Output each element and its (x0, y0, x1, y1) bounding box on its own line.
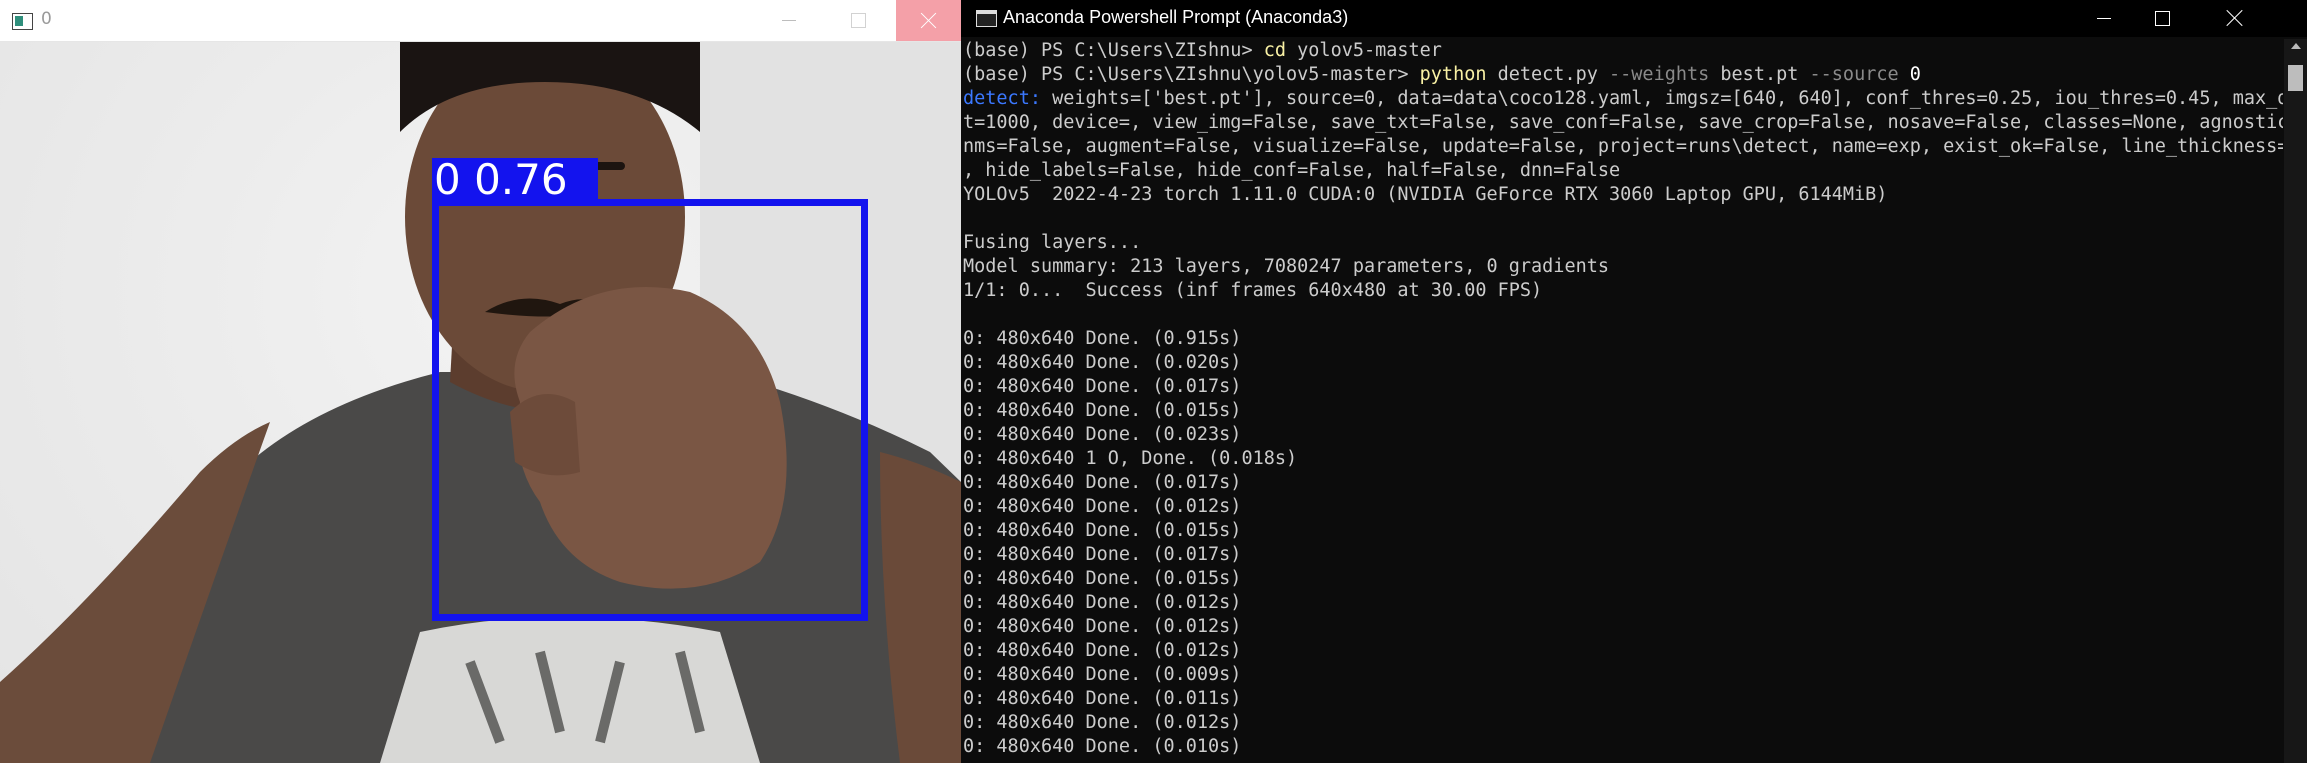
console-text: 0: 480x640 Done. (0.017s) (963, 376, 1242, 397)
detection-bounding-box (432, 199, 868, 621)
console-text: detect: (963, 88, 1053, 109)
console-line: 0: 480x640 Done. (0.012s) (963, 711, 2283, 735)
console-text: 0: 480x640 Done. (0.017s) (963, 544, 1242, 565)
console-line: , hide_labels=False, hide_conf=False, ha… (963, 159, 2283, 183)
console-text: 0: 480x640 Done. (0.020s) (963, 352, 1242, 373)
console-line: detect: weights=['best.pt'], source=0, d… (963, 87, 2283, 111)
console-text: (base) PS C:\Users\ZIshnu> (963, 40, 1264, 61)
maximize-icon[interactable] (830, 0, 886, 41)
console-line: 0: 480x640 Done. (0.011s) (963, 687, 2283, 711)
console-text: 0: 480x640 Done. (0.012s) (963, 712, 1242, 733)
scrollbar-thumb[interactable] (2288, 65, 2303, 91)
console-line: (base) PS C:\Users\ZIshnu\yolov5-master>… (963, 63, 2283, 87)
console-line: 0: 480x640 Done. (0.017s) (963, 375, 2283, 399)
console-text: Fusing layers... (963, 232, 1142, 253)
console-line: Model summary: 213 layers, 7080247 param… (963, 255, 2283, 279)
console-output[interactable]: (base) PS C:\Users\ZIshnu> cd yolov5-mas… (963, 39, 2283, 763)
close-icon[interactable] (896, 0, 961, 41)
console-text: detect.py (1486, 64, 1610, 85)
console-text: 0: 480x640 Done. (0.012s) (963, 496, 1242, 517)
console-line: nms=False, augment=False, visualize=Fals… (963, 135, 2283, 159)
minimize-icon[interactable] (760, 0, 816, 41)
console-text: 0: 480x640 Done. (0.012s) (963, 592, 1242, 613)
console-text: nms=False, augment=False, visualize=Fals… (963, 136, 2283, 157)
console-text: yolov5-master (1286, 40, 1442, 61)
console-line: (base) PS C:\Users\ZIshnu> cd yolov5-mas… (963, 39, 2283, 63)
console-line: 0: 480x640 Done. (0.009s) (963, 663, 2283, 687)
console-text: weights=['best.pt'], source=0, data=data… (1052, 88, 2283, 109)
console-text: python (1419, 64, 1487, 85)
console-text: , hide_labels=False, hide_conf=False, ha… (963, 160, 1621, 181)
console-text: cd (1263, 40, 1287, 61)
console-line: 0: 480x640 Done. (0.023s) (963, 423, 2283, 447)
console-text: 0: 480x640 Done. (0.015s) (963, 400, 1242, 421)
console-line: 0: 480x640 Done. (0.015s) (963, 399, 2283, 423)
console-line: t=1000, device=, view_img=False, save_tx… (963, 111, 2283, 135)
powershell-title: Anaconda Powershell Prompt (Anaconda3) (1003, 7, 1349, 27)
console-text: (base) PS C:\Users\ZIshnu\yolov5-master> (963, 64, 1420, 85)
console-line: 0: 480x640 Done. (0.010s) (963, 735, 2283, 759)
maximize-icon[interactable] (2127, 0, 2197, 37)
camera-window-title: 0 (41, 9, 52, 29)
console-text: --source (1809, 64, 1899, 85)
console-text: --weights (1609, 64, 1710, 85)
console-icon (976, 10, 997, 27)
detection-label: 0 0.76 (432, 158, 598, 201)
vertical-scrollbar[interactable] (2284, 39, 2307, 763)
console-line: 0: 480x640 Done. (0.915s) (963, 327, 2283, 351)
console-text: 0 (1909, 64, 1921, 85)
powershell-titlebar[interactable]: Anaconda Powershell Prompt (Anaconda3) (961, 0, 2307, 37)
camera-window-titlebar[interactable]: 0 (0, 0, 961, 42)
console-line: 0: 480x640 Done. (0.012s) (963, 615, 2283, 639)
console-text: 0: 480x640 Done. (0.015s) (963, 568, 1242, 589)
console-text: 0: 480x640 1 O, Done. (0.018s) (963, 448, 1298, 469)
console-line: 0: 480x640 Done. (0.020s) (963, 351, 2283, 375)
close-icon[interactable] (2199, 0, 2269, 37)
console-line: 0: 480x640 Done. (0.012s) (963, 495, 2283, 519)
console-line: 0: 480x640 Done. (0.015s) (963, 567, 2283, 591)
console-line: Fusing layers... (963, 231, 2283, 255)
console-text: 0: 480x640 Done. (0.023s) (963, 424, 1242, 445)
console-line: 0: 480x640 1 O, Done. (0.018s) (963, 447, 2283, 471)
console-text: 0: 480x640 Done. (0.009s) (963, 664, 1242, 685)
console-line: 0: 480x640 Done. (0.012s) (963, 639, 2283, 663)
console-text: 0: 480x640 Done. (0.017s) (963, 472, 1242, 493)
console-line: 0: 480x640 Done. (0.017s) (963, 471, 2283, 495)
powershell-window: Anaconda Powershell Prompt (Anaconda3) (… (961, 0, 2307, 763)
console-text: best.pt (1709, 64, 1810, 85)
console-text: t=1000, device=, view_img=False, save_tx… (963, 112, 2283, 133)
console-text: 0: 480x640 Done. (0.015s) (963, 520, 1242, 541)
console-line: 0: 480x640 Done. (0.017s) (963, 543, 2283, 567)
console-text: 0: 480x640 Done. (0.011s) (963, 688, 1242, 709)
console-text: 0: 480x640 Done. (0.915s) (963, 328, 1242, 349)
console-text: 0: 480x640 Done. (0.012s) (963, 616, 1242, 637)
console-line: 0: 480x640 Done. (0.012s) (963, 591, 2283, 615)
scroll-up-arrow-icon[interactable] (2291, 43, 2301, 49)
console-text: 1/1: 0... Success (inf frames 640x480 at… (963, 280, 1543, 301)
console-text: 0: 480x640 Done. (0.012s) (963, 640, 1242, 661)
console-line: YOLOv5 2022-4-23 torch 1.11.0 CUDA:0 (NV… (963, 183, 2283, 207)
camera-frame: 0 0.76 (0, 42, 961, 763)
app-window-icon (12, 13, 33, 30)
console-text: Model summary: 213 layers, 7080247 param… (963, 256, 1610, 277)
camera-preview-window: 0 0 0.76 (0, 0, 961, 763)
console-text: 0: 480x640 Done. (0.010s) (963, 736, 1242, 757)
console-line: 0: 480x640 Done. (0.015s) (963, 519, 2283, 543)
console-line: 1/1: 0... Success (inf frames 640x480 at… (963, 279, 2283, 303)
console-text: YOLOv5 2022-4-23 torch 1.11.0 CUDA:0 (NV… (963, 184, 1888, 205)
